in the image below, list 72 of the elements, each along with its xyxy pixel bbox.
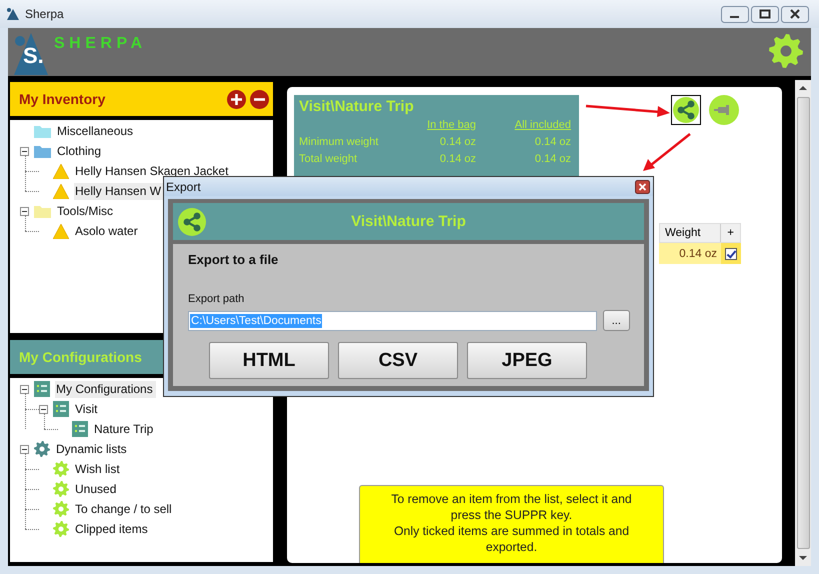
export-button[interactable]: HTML xyxy=(209,342,329,379)
gear-icon xyxy=(53,461,69,477)
scrollbar-thumb[interactable] xyxy=(796,97,810,549)
hint-text: Only ticked items are summed in totals and exported. xyxy=(392,523,630,555)
checkbox[interactable] xyxy=(724,248,736,260)
close-button[interactable] xyxy=(635,180,650,194)
tree-item[interactable]: Miscellaneous xyxy=(56,122,136,140)
gear-icon xyxy=(53,501,69,517)
warning-icon xyxy=(53,164,69,178)
tree-item[interactable]: Tools/Misc xyxy=(56,202,116,220)
list-icon xyxy=(53,401,69,417)
collapse-toggle[interactable] xyxy=(39,404,48,414)
field-label: Export path xyxy=(188,293,246,305)
collapse-toggle[interactable] xyxy=(20,444,29,454)
remove-button[interactable] xyxy=(250,90,269,108)
weight-value: 0.14 oz xyxy=(534,136,571,148)
export-button[interactable]: CSV xyxy=(338,342,458,379)
close-button[interactable] xyxy=(781,6,809,22)
weight-value: 0.14 oz xyxy=(534,153,571,165)
row-label: Total weight xyxy=(299,153,358,165)
warning-icon xyxy=(53,224,69,238)
tree-item[interactable]: Unused xyxy=(74,480,120,498)
tree-item[interactable]: Helly Hansen W xyxy=(74,182,164,200)
arrow xyxy=(643,133,691,171)
logo-letter: S. xyxy=(23,45,44,67)
export-button[interactable]: JPEG xyxy=(467,342,587,379)
section-title: Export to a file xyxy=(188,252,280,267)
column-header[interactable]: + xyxy=(721,224,740,242)
collapse-toggle[interactable] xyxy=(20,206,29,216)
panel-title: My Inventory xyxy=(19,91,106,107)
collapse-toggle[interactable] xyxy=(20,146,29,156)
collapse-toggle[interactable] xyxy=(20,384,29,394)
settings-icon[interactable] xyxy=(769,34,803,68)
tree-item[interactable]: My Configurations xyxy=(55,380,156,398)
gear-icon xyxy=(53,481,69,497)
tree-item[interactable]: Clipped items xyxy=(74,520,151,538)
tree-item[interactable]: To change / to sell xyxy=(74,500,175,518)
tree-item[interactable]: Asolo water xyxy=(74,222,141,240)
browse-button[interactable]: ... xyxy=(602,310,630,331)
panel-title: My Configurations xyxy=(19,349,142,365)
pin-icon[interactable] xyxy=(709,95,739,125)
tree-item[interactable]: Visit xyxy=(74,400,100,418)
gear-icon xyxy=(53,521,69,537)
table-row[interactable]: 0.14 oz xyxy=(659,243,741,264)
maximize-button[interactable] xyxy=(751,6,779,22)
weight-value: 0.14 oz xyxy=(438,153,476,165)
share-icon xyxy=(178,208,206,236)
app-name: SHERPA xyxy=(54,35,146,53)
warning-icon xyxy=(53,184,69,198)
hint-text: To remove an item from the list, select it and press the SUPPR key. xyxy=(390,491,633,523)
row-label: Minimum weight xyxy=(299,136,380,148)
window-title: Sherpa xyxy=(25,7,64,21)
share-button[interactable] xyxy=(671,95,701,125)
table-cell: 0.14 oz xyxy=(659,243,721,264)
column-header[interactable]: Weight xyxy=(660,224,722,242)
weight-value: 0.14 oz xyxy=(438,136,476,148)
tree-item[interactable]: Wish list xyxy=(74,460,123,478)
tree-item[interactable]: Helly Hansen Skagen Jacket xyxy=(74,162,232,180)
summary-title: Visit\Nature Trip xyxy=(299,98,415,115)
tree-item[interactable]: Nature Trip xyxy=(93,420,156,438)
add-button[interactable] xyxy=(227,90,246,108)
tree-item[interactable]: Clothing xyxy=(56,142,104,160)
scrollbar[interactable] xyxy=(795,80,811,566)
app-icon xyxy=(6,7,20,21)
list-icon xyxy=(72,421,88,437)
gear-icon xyxy=(34,441,50,457)
dialog-title: Export xyxy=(166,180,201,194)
minimize-button[interactable] xyxy=(721,6,749,22)
tree-item[interactable]: Dynamic lists xyxy=(55,440,130,458)
list-icon xyxy=(34,381,50,397)
dialog-header-title: Visit\Nature Trip xyxy=(350,213,467,230)
logo-triangle-icon xyxy=(14,31,48,75)
